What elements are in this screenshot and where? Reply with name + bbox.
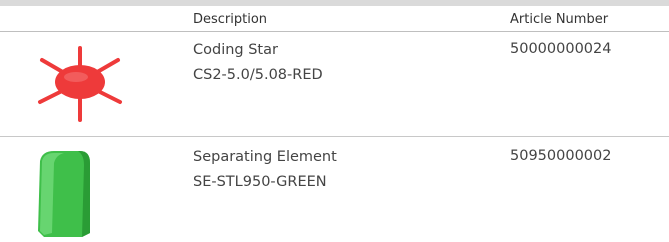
top-rule — [0, 0, 669, 6]
coding-star-red-image — [38, 46, 122, 122]
product-code: SE-STL950-GREEN — [193, 174, 327, 190]
article-number: 50950000002 — [510, 148, 612, 164]
product-name: Coding Star — [193, 42, 278, 58]
product-code: CS2-5.0/5.08-RED — [193, 67, 323, 83]
table-row: Separating Element SE-STL950-GREEN 50950… — [0, 137, 669, 242]
row-description: Coding Star CS2-5.0/5.08-RED — [193, 38, 323, 88]
product-name: Separating Element — [193, 149, 337, 165]
separating-element-green-image — [38, 151, 90, 237]
header-article-number: Article Number — [510, 12, 609, 27]
header-description: Description — [193, 12, 268, 27]
row-description: Separating Element SE-STL950-GREEN — [193, 145, 337, 195]
article-number: 50000000024 — [510, 41, 612, 57]
table-row: Coding Star CS2-5.0/5.08-RED 50000000024 — [0, 32, 669, 136]
